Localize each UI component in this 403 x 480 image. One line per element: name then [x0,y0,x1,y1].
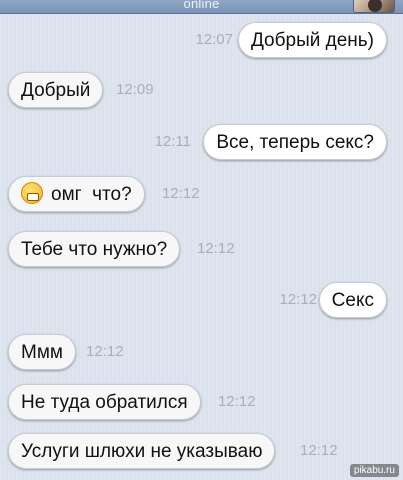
message-time: 12:09 [116,81,154,98]
message-row-incoming: Добрый 12:09 [0,72,403,108]
message-bubble-incoming[interactable]: Ммм [8,334,76,370]
message-text: Секс [331,290,374,311]
message-time: 12:12 [218,393,256,410]
message-row-incoming: Не туда обратился 12:12 [0,384,403,420]
message-row-incoming: Ммм 12:12 [0,334,403,370]
message-time: 12:07 [195,31,233,48]
message-row-incoming: омг что? 12:12 [0,176,403,212]
message-row-outgoing: 12:07 Добрый день) [0,22,403,58]
message-row-outgoing: 12:12 Секс [0,282,403,318]
message-row-outgoing: 12:11 Все, теперь секс? [0,124,403,160]
message-text: Не туда обратился [21,392,188,413]
message-bubble-incoming[interactable]: Тебе что нужно? [8,231,181,267]
message-time: 12:11 [154,133,191,150]
message-text: Ммм [21,342,63,363]
message-bubble-incoming[interactable]: Не туда обратился [8,384,201,420]
message-time: 12:12 [86,343,124,360]
contact-status: online [183,0,220,11]
message-time: 12:12 [300,442,338,459]
message-time: 12:12 [162,185,200,202]
message-text: Все, теперь секс? [216,132,374,153]
message-text: Тебе что нужно? [21,239,168,260]
message-bubble-outgoing[interactable]: Секс [318,282,387,318]
message-time: 12:12 [279,291,317,308]
message-time: 12:12 [197,240,235,257]
contact-avatar[interactable] [353,0,395,13]
message-text: Добрый [21,80,91,101]
message-text: Услуги шлюхи не указываю [21,441,263,462]
message-row-incoming: Услуги шлюхи не указываю 12:12 [0,433,403,469]
message-bubble-incoming[interactable]: омг что? [8,176,145,212]
message-bubble-outgoing[interactable]: Добрый день) [237,22,387,58]
message-row-incoming: Тебе что нужно? 12:12 [0,231,403,267]
message-bubble-incoming[interactable]: Услуги шлюхи не указываю [8,433,276,469]
message-bubble-incoming[interactable]: Добрый [8,72,104,108]
watermark: pikabu.ru [349,464,399,477]
grimace-emoji-icon [21,181,43,204]
message-bubble-outgoing[interactable]: Все, теперь секс? [203,124,387,160]
message-text: Добрый день) [250,30,374,51]
chat-header: online [0,0,403,14]
message-text: омг что? [51,184,132,205]
